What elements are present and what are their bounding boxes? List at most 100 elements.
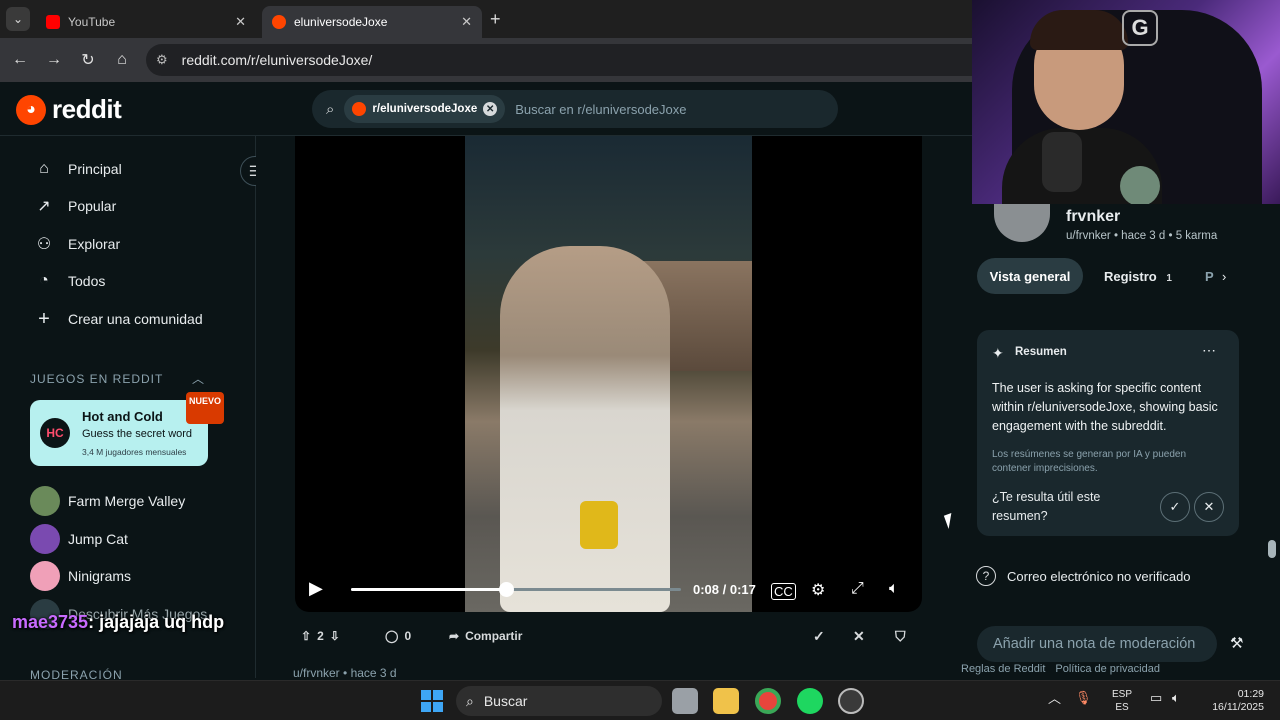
search-icon: ⌕ (326, 100, 335, 118)
downvote-icon[interactable]: ⇩ (330, 629, 340, 643)
approve-icon[interactable]: ✓ (807, 622, 831, 650)
reload-icon[interactable]: ↻ (76, 48, 100, 72)
hot-and-cold-logo-icon: HC (40, 418, 70, 448)
profile-karma: 5 karma (1175, 230, 1218, 242)
chevron-right-icon[interactable]: › (1222, 269, 1226, 284)
fullscreen-icon[interactable]: ⤢ (851, 580, 864, 598)
webcam-hair (1030, 10, 1128, 50)
taskbar-search[interactable]: ⌕ Buscar (456, 686, 662, 716)
sidebar-item-todos[interactable]: ◔ Todos (34, 269, 105, 293)
more-options-icon[interactable]: ⋯ (1202, 342, 1216, 359)
game-label: Jump Cat (68, 531, 128, 547)
video-can (580, 501, 618, 549)
forward-arrow-icon[interactable]: → (42, 48, 66, 72)
video-progress-track[interactable] (351, 582, 681, 597)
sidebar-game-jump-cat[interactable]: Jump Cat (30, 524, 128, 554)
tab-eluniversodejoxe[interactable]: eluniversodeJoxe ✕ (262, 6, 482, 38)
ninigrams-icon (30, 561, 60, 591)
summary-body: The user is asking for specific content … (992, 381, 1218, 433)
volume-icon[interactable]: 🔈︎ (1172, 690, 1180, 706)
streamer-webcam: G (972, 0, 1280, 204)
profile-handle[interactable]: u/frvnker (1066, 230, 1111, 242)
chrome-icon[interactable] (755, 688, 781, 714)
site-info-icon[interactable]: ⚙ (156, 52, 168, 68)
tab-label: YouTube (68, 15, 116, 29)
sidebar-game-ninigrams[interactable]: Ninigrams (30, 561, 131, 591)
upvote-icon[interactable]: ⇧ (301, 629, 311, 643)
footer-link-rules[interactable]: Reglas de Reddit (961, 663, 1045, 675)
close-tab-icon[interactable]: ✕ (461, 14, 472, 30)
lang-bottom: ES (1115, 702, 1129, 713)
obs-icon[interactable] (838, 688, 864, 714)
profile-age: hace 3 d (1121, 230, 1166, 242)
new-tab-button[interactable]: + (490, 9, 501, 30)
play-icon[interactable]: ▶ (309, 578, 323, 599)
tab-youtube[interactable]: YouTube ✕ (36, 6, 256, 38)
game-subtitle: Guess the secret word (82, 428, 193, 440)
tray-chevron-up-icon[interactable]: ︿ (1048, 688, 1061, 707)
system-clock[interactable]: 01:29 16/11/2025 (1198, 688, 1264, 714)
check-icon: ✓ (1169, 499, 1181, 514)
reddit-logo[interactable]: ◕ reddit (16, 94, 122, 125)
chair-logo-icon: G (1122, 10, 1158, 46)
sidebar-item-create-community[interactable]: + Crear una comunidad (34, 307, 202, 331)
next-post-author[interactable]: u/frvnker (293, 666, 340, 680)
profile-name: frvnker (1066, 208, 1121, 225)
summary-title: Resumen (1015, 346, 1067, 358)
summary-not-helpful-button[interactable]: ✕ (1194, 492, 1224, 522)
input-language[interactable]: ESP ES (1112, 688, 1132, 714)
mod-note-icon[interactable]: ⚒ (1230, 634, 1243, 652)
summary-helpful-button[interactable]: ✓ (1160, 492, 1190, 522)
address-bar[interactable]: ⚙ reddit.com/r/eluniversodeJoxe/ (146, 44, 972, 76)
search-icon: ⌕ (466, 692, 474, 709)
vote-control: ⇧ 2 ⇩ (295, 622, 346, 650)
remove-chip-icon[interactable]: ✕ (483, 102, 498, 116)
back-arrow-icon[interactable]: ← (8, 48, 32, 72)
video-player[interactable]: ▶ 0:08 / 0:17 CC ⚙ ⤢ 🔈︎ (295, 136, 922, 612)
share-button[interactable]: ➦ Compartir (443, 622, 528, 650)
microphone-icon[interactable]: 🎙︎ (1075, 690, 1092, 706)
sidebar-game-farm-merge-valley[interactable]: Farm Merge Valley (30, 486, 185, 516)
task-view-icon[interactable] (672, 688, 698, 714)
spotify-icon[interactable] (797, 688, 823, 714)
remove-icon[interactable]: ✕ (847, 622, 871, 650)
sidebar-item-principal[interactable]: ⌂ Principal (34, 157, 122, 181)
chevron-up-icon[interactable]: ︿ (192, 370, 204, 387)
share-label: Compartir (465, 629, 523, 643)
all-icon: ◔ (39, 272, 49, 289)
windows-start-icon[interactable] (421, 690, 443, 712)
close-tab-icon[interactable]: ✕ (235, 14, 246, 30)
volume-icon[interactable]: 🔈︎ (889, 580, 899, 598)
tab-truncated[interactable]: P (1205, 269, 1214, 284)
tab-search-button[interactable]: ⌄ (6, 7, 30, 31)
url-text: reddit.com/r/eluniversodeJoxe/ (181, 52, 373, 68)
search-bar[interactable]: ⌕ r/eluniversodeJoxe ✕ Buscar en r/eluni… (312, 90, 838, 128)
farm-merge-valley-icon (30, 486, 60, 516)
comment-icon: ◯ (385, 629, 399, 643)
comments-button[interactable]: ◯ 0 (379, 622, 417, 650)
home-icon[interactable]: ⌂ (110, 48, 134, 72)
subreddit-search-chip[interactable]: r/eluniversodeJoxe ✕ (344, 95, 506, 123)
question-icon: ? (976, 566, 996, 586)
footer-link-privacy[interactable]: Política de privacidad (1055, 663, 1160, 675)
file-explorer-icon[interactable] (713, 688, 739, 714)
mod-shield-icon[interactable]: ⛉ (889, 622, 912, 650)
sidebar-item-popular[interactable]: ↗ Popular (34, 194, 116, 218)
settings-gear-icon[interactable]: ⚙ (811, 580, 825, 600)
mod-note-input[interactable]: Añadir una nota de moderación (977, 626, 1217, 662)
jump-cat-icon (30, 524, 60, 554)
reddit-wordmark: reddit (52, 94, 122, 124)
tab-vista-general[interactable]: Vista general (977, 258, 1083, 294)
reddit-header: ◕ reddit ⌕ r/eluniversodeJoxe ✕ Buscar e… (0, 82, 972, 136)
tab-registro[interactable]: Registro 1 (1104, 269, 1172, 284)
games-section-heading: JUEGOS EN REDDIT (30, 372, 164, 386)
sidebar-item-explorar[interactable]: ⚇ Explorar (34, 232, 120, 256)
featured-game-card[interactable]: HC Hot and Cold Guess the secret word 3,… (30, 400, 208, 466)
scrollbar-thumb[interactable] (1268, 540, 1276, 558)
captions-icon[interactable]: CC (771, 583, 796, 600)
video-progress-handle[interactable] (499, 582, 515, 597)
next-post-header: u/frvnker • hace 3 d (293, 666, 397, 680)
network-icon[interactable]: ▭ (1150, 690, 1162, 706)
popular-icon: ↗ (37, 198, 51, 215)
search-input[interactable]: Buscar en r/eluniversodeJoxe (515, 102, 686, 117)
